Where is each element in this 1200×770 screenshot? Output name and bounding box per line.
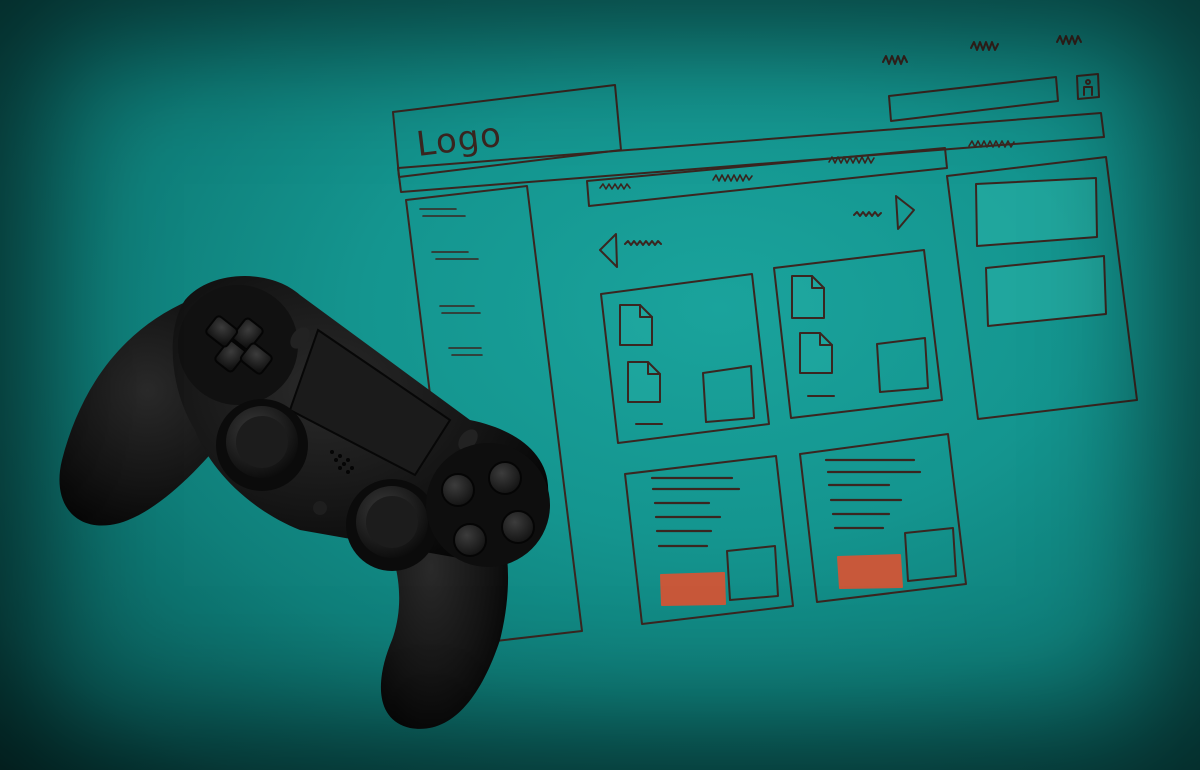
left-analog-stick: [216, 399, 308, 491]
right-analog-stick: [346, 479, 438, 571]
gamepad-icon: [59, 276, 550, 729]
face-button-area: [426, 443, 550, 567]
photo-scene: Logo: [0, 0, 1200, 770]
home-button: [313, 501, 327, 515]
